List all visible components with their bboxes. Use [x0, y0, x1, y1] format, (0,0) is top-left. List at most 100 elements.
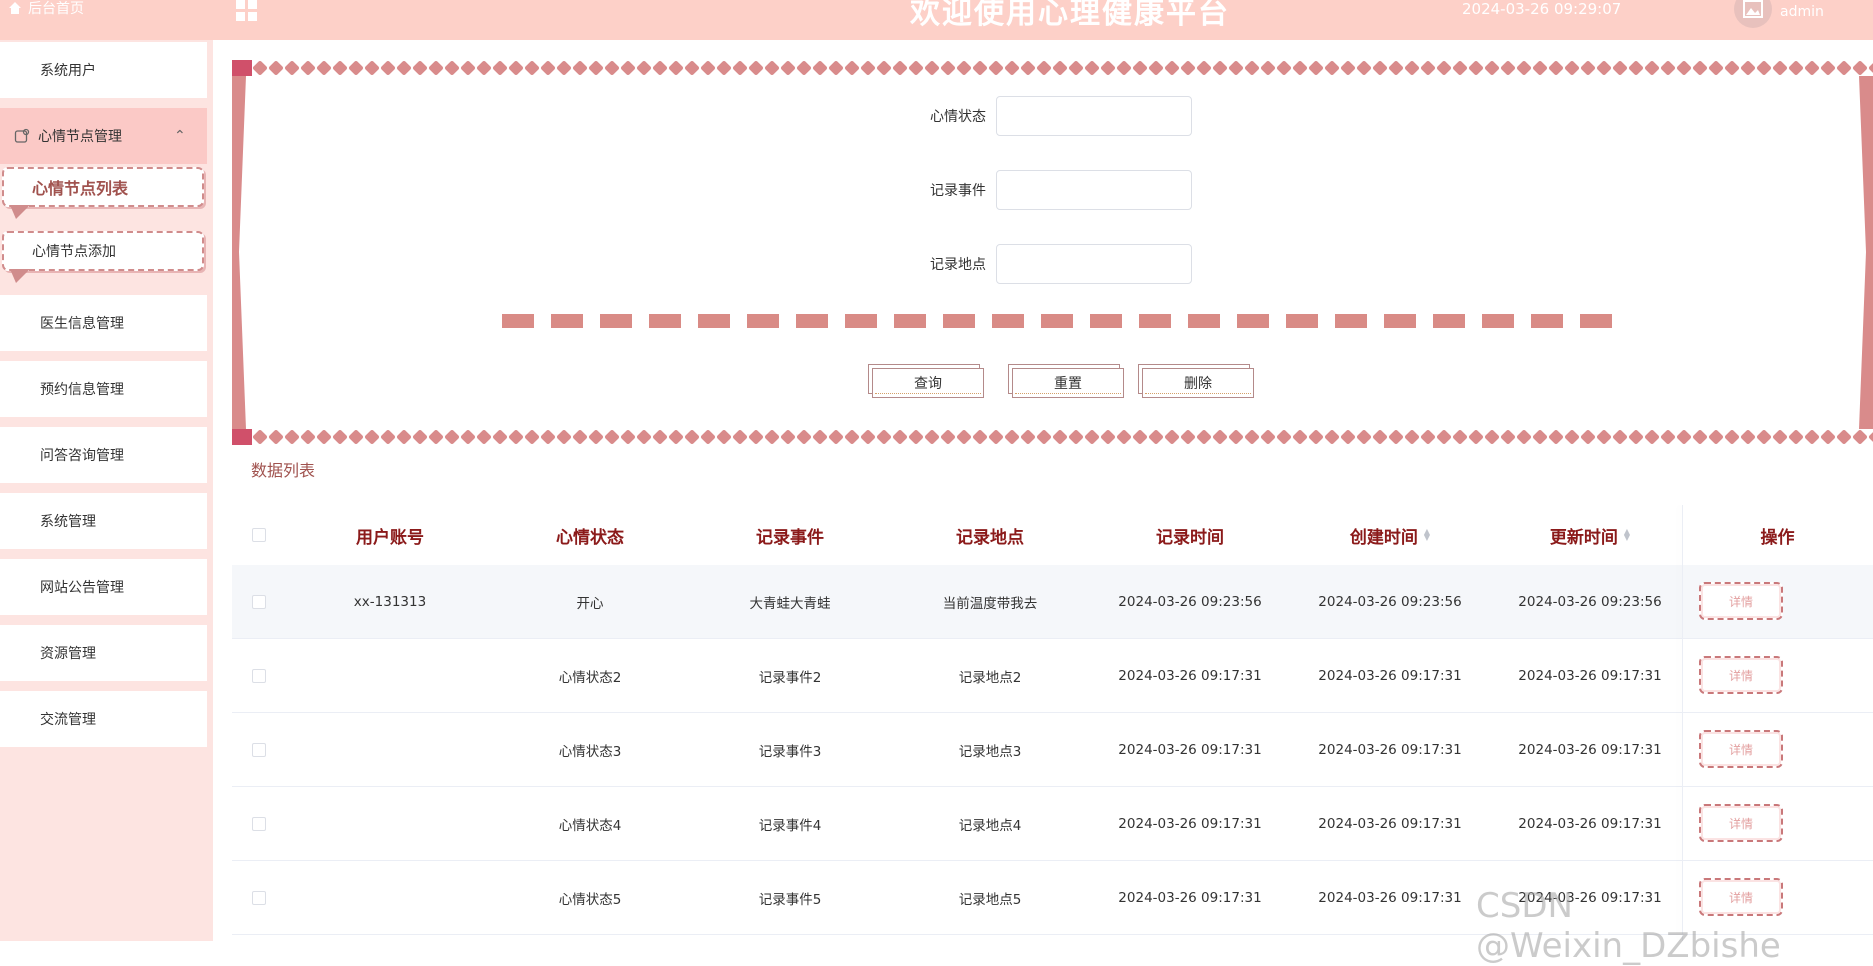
- sidebar-item-announcements[interactable]: 网站公告管理: [0, 559, 207, 615]
- decorative-diamond: [1516, 60, 1532, 76]
- table-header: 用户账号 心情状态 记录事件 记录地点 记录时间 创建时间 ▲ ▼ 更新时间 ▲ ▼…: [232, 505, 1873, 565]
- row-checkbox[interactable]: [252, 669, 266, 683]
- image-icon: [1743, 0, 1763, 18]
- sidebar-item-mood-node-management[interactable]: 心情节点管理 ⌃: [0, 108, 207, 164]
- decorative-diamond: [1868, 60, 1873, 76]
- table-cell-account: [290, 713, 490, 787]
- mood-state-input[interactable]: [996, 96, 1192, 136]
- decorative-diamond: [636, 60, 652, 76]
- decorative-dash: [1286, 314, 1318, 328]
- decorative-diamond: [1452, 429, 1468, 445]
- decorative-diamond: [1628, 60, 1644, 76]
- decorative-diamond: [1420, 60, 1436, 76]
- sidebar-item-resources[interactable]: 资源管理: [0, 625, 207, 681]
- reset-button[interactable]: 重置: [1012, 368, 1124, 398]
- decorative-diamond: [1740, 429, 1756, 445]
- decorative-cap: [232, 429, 252, 445]
- detail-button[interactable]: 详情: [1699, 730, 1783, 768]
- column-header-updated[interactable]: 更新时间 ▲ ▼: [1490, 505, 1690, 565]
- decorative-diamond: [1452, 60, 1468, 76]
- decorative-diamond: [1724, 429, 1740, 445]
- decorative-diamond: [988, 60, 1004, 76]
- sidebar-item-doctor-info[interactable]: 医生信息管理: [0, 295, 207, 351]
- decorative-diamond: [652, 60, 668, 76]
- decorative-diamond: [1596, 60, 1612, 76]
- decorative-diamond: [684, 429, 700, 445]
- decorative-diamond: [1564, 429, 1580, 445]
- detail-button[interactable]: 详情: [1699, 582, 1783, 620]
- table-row[interactable]: 心情状态2 记录事件2 记录地点2 2024-03-26 09:17:31 2024-0…: [232, 639, 1873, 713]
- decorative-diamond: [876, 429, 892, 445]
- table-cell-event: 记录事件4: [758, 818, 822, 834]
- decorative-diamond: [748, 429, 764, 445]
- decorative-diamond: [1356, 60, 1372, 76]
- decorative-diamond: [348, 429, 364, 445]
- decorative-diamond: [1020, 429, 1036, 445]
- sidebar-item-qa-consult[interactable]: 问答咨询管理: [0, 427, 207, 483]
- data-list-title: 数据列表: [251, 461, 316, 480]
- decorative-diamond: [1100, 60, 1116, 76]
- decorative-diamond: [620, 429, 636, 445]
- decorative-diamond: [1388, 60, 1404, 76]
- record-event-label: 记录事件: [930, 183, 986, 199]
- decorative-diamond: [332, 429, 348, 445]
- column-header-label: 创建时间: [1349, 527, 1418, 548]
- table-cell-place: 记录地点5: [958, 892, 1022, 908]
- decorative-diamond: [828, 60, 844, 76]
- row-checkbox[interactable]: [252, 743, 266, 757]
- username[interactable]: admin: [1780, 4, 1824, 20]
- table-cell-created: 2024-03-26 09:17:31: [1318, 890, 1462, 906]
- table-cell-record-time: 2024-03-26 09:17:31: [1118, 742, 1262, 758]
- avatar[interactable]: [1734, 0, 1772, 28]
- decorative-diamond: [524, 429, 540, 445]
- home-link[interactable]: 后台首页: [8, 0, 84, 17]
- decorative-diamond: [1052, 60, 1068, 76]
- table-row[interactable]: 心情状态4 记录事件4 记录地点4 2024-03-26 09:17:31 2024-0…: [232, 787, 1873, 861]
- table-cell-mood: 心情状态4: [558, 818, 622, 834]
- decorative-diamond: [1324, 60, 1340, 76]
- decorative-diamond: [396, 429, 412, 445]
- sort-icon[interactable]: ▲ ▼: [1624, 528, 1630, 542]
- decorative-diamond: [460, 60, 476, 76]
- header-datetime: 2024-03-26 09:29:07: [1462, 0, 1622, 18]
- decorative-diamond: [1260, 429, 1276, 445]
- record-event-input[interactable]: [996, 170, 1192, 210]
- decorative-diamond: [540, 60, 556, 76]
- table-cell-mood: 心情状态2: [558, 670, 622, 686]
- row-checkbox[interactable]: [252, 891, 266, 905]
- decorative-diamond: [1340, 60, 1356, 76]
- fixed-column-divider: [1682, 505, 1683, 941]
- table-row[interactable]: 心情状态3 记录事件3 记录地点3 2024-03-26 09:17:31 2024-0…: [232, 713, 1873, 787]
- table-row[interactable]: xx-131313 开心 大青蛙大青蛙 当前温度带我去 2024-03-26 09:23…: [232, 565, 1873, 639]
- decorative-diamond: [1676, 60, 1692, 76]
- decorative-dash: [1531, 314, 1563, 328]
- decorative-diamond: [1388, 429, 1404, 445]
- menu-grid-icon[interactable]: [236, 0, 258, 22]
- decorative-diamond: [588, 429, 604, 445]
- sidebar-subitem-mood-node-list[interactable]: 心情节点列表: [2, 167, 204, 219]
- row-checkbox[interactable]: [252, 817, 266, 831]
- decorative-diamond: [1404, 60, 1420, 76]
- delete-button[interactable]: 删除: [1142, 368, 1254, 398]
- sidebar-item-appointment-info[interactable]: 预约信息管理: [0, 361, 207, 417]
- sidebar-item-system-users[interactable]: 系统用户: [0, 42, 207, 98]
- decorative-diamond: [1772, 60, 1788, 76]
- decorative-diamond: [1228, 429, 1244, 445]
- decorative-diamond: [668, 60, 684, 76]
- decorative-diamond: [1692, 429, 1708, 445]
- detail-button[interactable]: 详情: [1699, 804, 1783, 842]
- query-button[interactable]: 查询: [872, 368, 984, 398]
- decorative-diamond: [620, 60, 636, 76]
- sidebar-item-system-management[interactable]: 系统管理: [0, 493, 207, 549]
- select-all-checkbox[interactable]: [252, 528, 266, 542]
- row-checkbox[interactable]: [252, 595, 266, 609]
- decorative-diamond: [924, 60, 940, 76]
- record-place-input[interactable]: [996, 244, 1192, 284]
- sort-icon[interactable]: ▲ ▼: [1424, 528, 1430, 542]
- sidebar-item-label: 资源管理: [40, 646, 96, 662]
- decorative-diamond: [380, 429, 396, 445]
- column-header-created[interactable]: 创建时间 ▲ ▼: [1290, 505, 1490, 565]
- sidebar-subitem-mood-node-add[interactable]: 心情节点添加: [2, 231, 204, 283]
- sidebar-item-communication[interactable]: 交流管理: [0, 691, 207, 747]
- detail-button[interactable]: 详情: [1699, 656, 1783, 694]
